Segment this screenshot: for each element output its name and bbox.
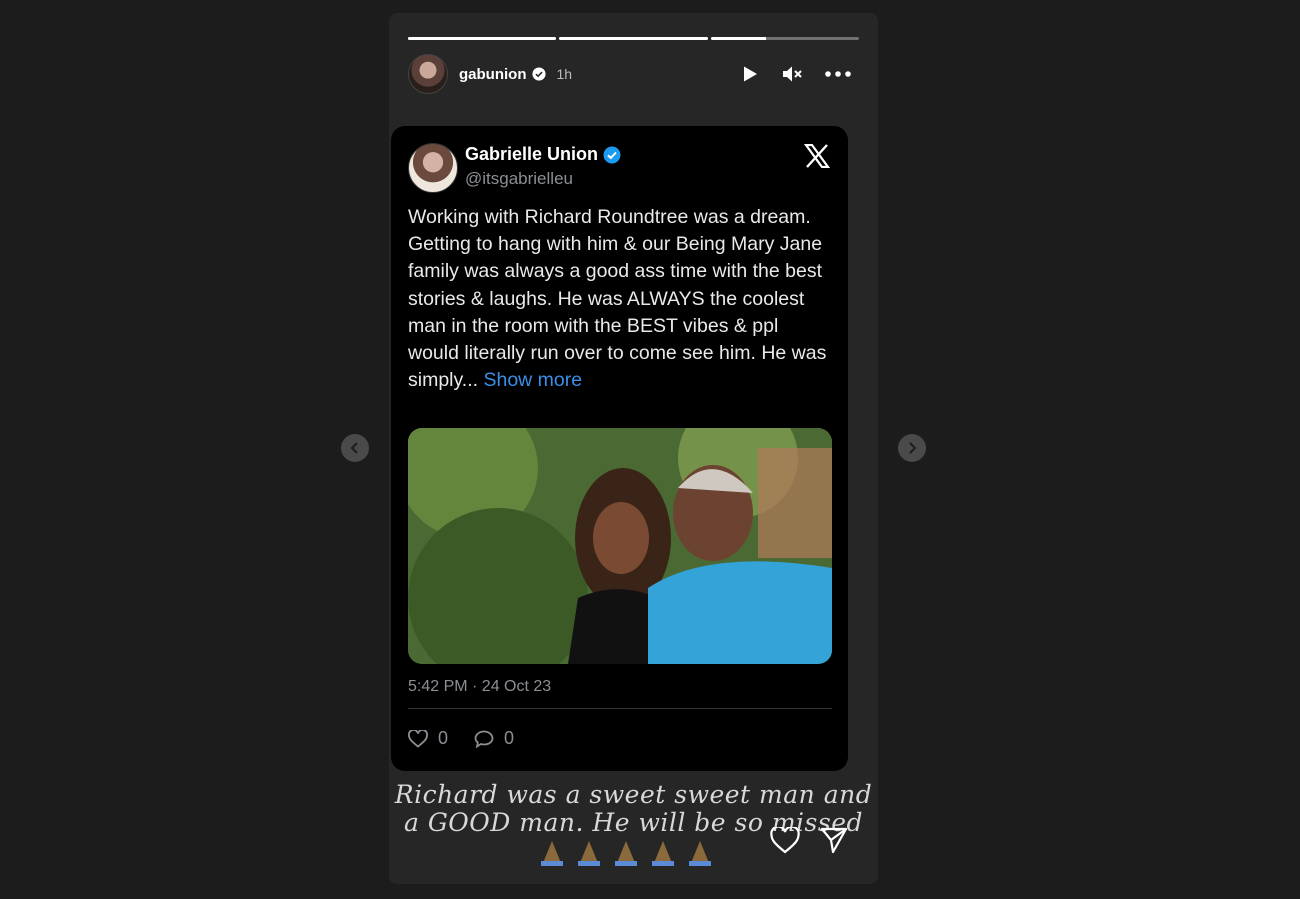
progress-segment [710, 37, 859, 40]
tweet-photo[interactable] [408, 428, 832, 664]
tweet-text: Working with Richard Roundtree was a dre… [408, 204, 833, 394]
avatar[interactable] [408, 54, 448, 94]
share-icon[interactable] [820, 826, 848, 854]
praying-hands-icon [615, 841, 637, 866]
like-action[interactable]: 0 [408, 728, 448, 749]
story-header: gabunion 1h [408, 54, 859, 94]
next-story-button[interactable] [898, 434, 926, 462]
username[interactable]: gabunion [459, 66, 527, 83]
show-more-link[interactable]: Show more [483, 369, 582, 391]
story-progress [408, 37, 859, 40]
tweet-avatar [408, 143, 458, 193]
chevron-left-icon [350, 442, 358, 454]
chevron-right-icon [909, 442, 917, 454]
play-icon[interactable] [741, 65, 759, 83]
praying-hands-icon [689, 841, 711, 866]
more-icon[interactable] [825, 71, 851, 77]
verified-badge-icon [531, 67, 546, 81]
author-name-text: Gabrielle Union [465, 144, 599, 164]
tweet-author-name: Gabrielle Union [465, 144, 621, 165]
reply-icon [474, 730, 494, 748]
tweet-actions: 0 0 [408, 728, 540, 749]
verified-badge-icon [603, 146, 621, 163]
praying-hands-row [535, 839, 717, 867]
mute-icon[interactable] [781, 64, 803, 84]
reply-count: 0 [504, 728, 515, 748]
heart-icon [408, 729, 428, 748]
story-footer-actions [770, 826, 848, 854]
tweet-card[interactable]: Gabrielle Union @itsgabrielleu Working w… [391, 126, 848, 771]
tweet-handle: @itsgabrielleu [465, 169, 573, 188]
photo-illustration [408, 428, 832, 664]
tweet-body: Working with Richard Roundtree was a dre… [408, 206, 827, 392]
previous-story-button[interactable] [341, 434, 369, 462]
praying-hands-icon [652, 841, 674, 866]
reply-action[interactable]: 0 [474, 728, 514, 749]
tweet-timestamp: 5:42 PM · 24 Oct 23 [408, 678, 552, 695]
heart-icon[interactable] [770, 826, 800, 854]
divider [408, 708, 832, 709]
x-logo-icon [804, 144, 830, 168]
praying-hands-icon [578, 841, 600, 866]
story-viewer: gabunion 1h Gabrielle Union @itsgabriell… [389, 13, 878, 884]
progress-segment [408, 37, 557, 40]
progress-segment [559, 37, 708, 40]
like-count: 0 [438, 728, 449, 748]
time-ago: 1h [556, 66, 573, 82]
praying-hands-icon [541, 841, 563, 866]
